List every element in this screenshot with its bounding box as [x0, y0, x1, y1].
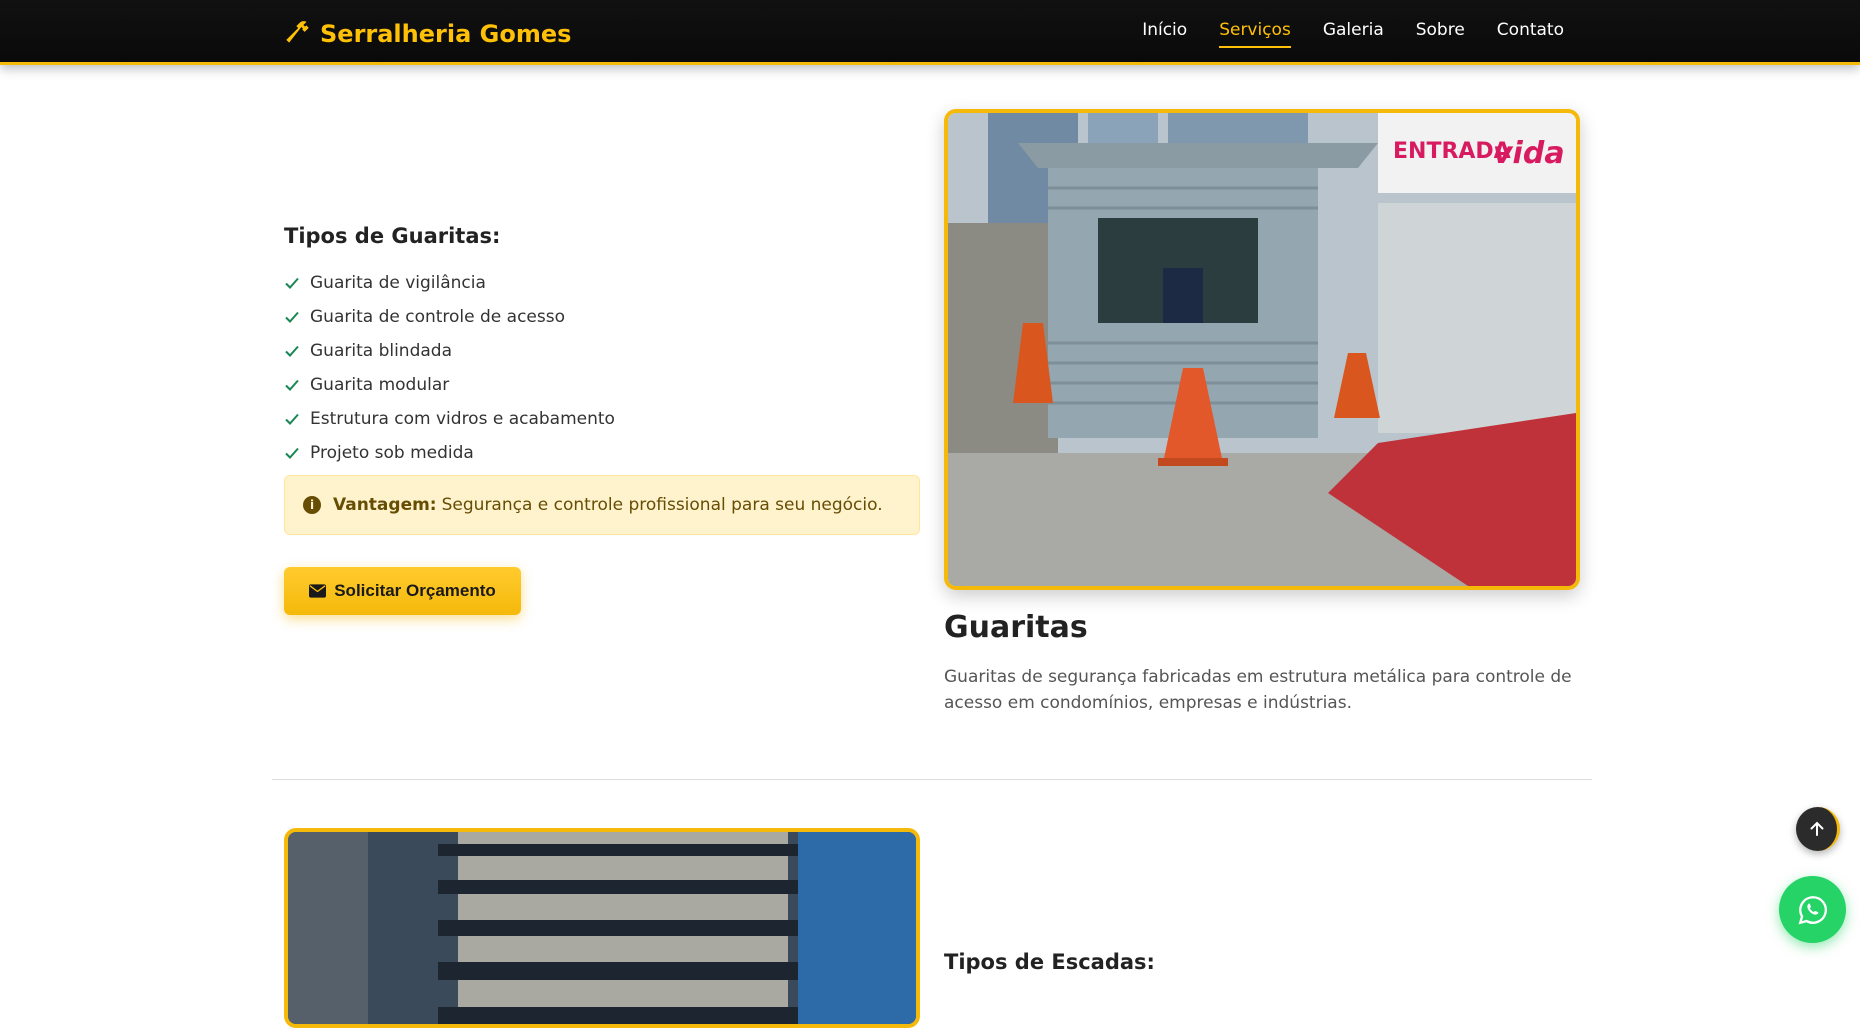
feature-item: Guarita blindada: [284, 334, 615, 368]
advantage-label: Vantagem:: [333, 495, 437, 515]
feature-item: Guarita de controle de acesso: [284, 300, 615, 334]
whatsapp-icon: [1798, 895, 1827, 924]
nav-link-inicio[interactable]: Início: [1142, 20, 1187, 48]
feature-text: Guarita de vigilância: [310, 273, 486, 293]
svg-text:vida: vida: [1493, 136, 1565, 171]
advantage-alert: i Vantagem: Segurança e controle profiss…: [284, 475, 920, 535]
feature-item: Projeto sob medida: [284, 436, 615, 470]
check-icon: [285, 345, 299, 357]
advantage-text: Segurança e controle profissional para s…: [441, 495, 883, 515]
guarita-photo: ENTRADA vida: [944, 109, 1580, 590]
back-to-top-button[interactable]: [1796, 807, 1840, 851]
nav-link-sobre[interactable]: Sobre: [1416, 20, 1465, 48]
feature-text: Guarita de controle de acesso: [310, 307, 565, 327]
navbar: Serralheria Gomes Início Serviços Galeri…: [0, 0, 1860, 65]
service-description: Guaritas de segurança fabricadas em estr…: [944, 667, 1572, 713]
whatsapp-button[interactable]: [1779, 876, 1846, 943]
section-divider: [272, 779, 1592, 780]
next-features-title: Tipos de Escadas:: [944, 950, 1155, 974]
request-quote-label: Solicitar Orçamento: [334, 581, 496, 600]
check-icon: [285, 311, 299, 323]
info-circle-icon: i: [303, 496, 321, 514]
check-icon: [285, 413, 299, 425]
check-icon: [285, 379, 299, 391]
nav-link-servicos[interactable]: Serviços: [1219, 20, 1291, 48]
brand-name: Serralheria Gomes: [320, 20, 572, 48]
features-title: Tipos de Guaritas:: [284, 224, 501, 248]
service-title: Guaritas: [944, 610, 1088, 645]
envelope-icon: [309, 584, 327, 598]
brand-logo-link[interactable]: Serralheria Gomes: [284, 17, 571, 51]
feature-text: Guarita blindada: [310, 341, 452, 361]
nav-link-galeria[interactable]: Galeria: [1323, 20, 1384, 48]
escada-photo: [284, 828, 920, 1028]
nav-link-contato[interactable]: Contato: [1497, 20, 1564, 48]
feature-item: Guarita modular: [284, 368, 615, 402]
feature-text: Estrutura com vidros e acabamento: [310, 409, 615, 429]
feature-text: Guarita modular: [310, 375, 450, 395]
check-icon: [285, 277, 299, 289]
hammer-icon: [284, 17, 312, 51]
check-icon: [285, 447, 299, 459]
main-nav: Início Serviços Galeria Sobre Contato: [1142, 20, 1564, 48]
arrow-up-icon: [1810, 821, 1823, 836]
feature-item: Estrutura com vidros e acabamento: [284, 402, 615, 436]
request-quote-button[interactable]: Solicitar Orçamento: [284, 567, 521, 615]
feature-item: Guarita de vigilância: [284, 266, 615, 300]
feature-list: Guarita de vigilância Guarita de control…: [284, 266, 615, 470]
feature-text: Projeto sob medida: [310, 443, 474, 463]
